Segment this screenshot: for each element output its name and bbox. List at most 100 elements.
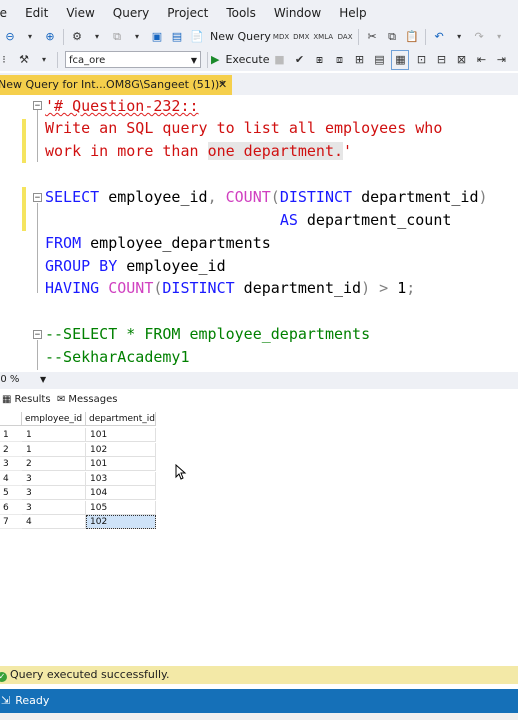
new-project-icon[interactable]: ⚙: [69, 28, 85, 46]
save-icon[interactable]: ▣: [149, 28, 165, 46]
column-header-employee-id[interactable]: employee_id: [22, 412, 86, 426]
change-marker: [22, 119, 26, 163]
menu-edit[interactable]: Edit: [16, 0, 57, 26]
results-grid[interactable]: employee_id department_id 1 1 101 2 1 102 3 2 10…: [0, 410, 518, 665]
results-tab-strip: ▦ Results ✉ Messages: [0, 391, 518, 411]
cell-employee-id[interactable]: 3: [22, 471, 86, 486]
results-to-text-icon[interactable]: ▤: [371, 51, 387, 69]
row-number[interactable]: 1: [0, 428, 22, 442]
cell-department-id[interactable]: 105: [86, 500, 156, 515]
database-select[interactable]: fca_ore ▼: [65, 51, 201, 68]
tab-results[interactable]: ▦ Results: [0, 391, 52, 410]
decrease-indent-icon[interactable]: ⇤: [473, 51, 489, 69]
dmx-query-icon[interactable]: DMX: [293, 28, 309, 46]
cell-department-id[interactable]: 101: [86, 457, 156, 471]
separator: [207, 51, 208, 68]
dropdown-arrow-icon[interactable]: ▾: [451, 28, 467, 46]
menu-bar: ile Edit View Query Project Tools Window…: [0, 0, 518, 26]
menu-help[interactable]: Help: [330, 0, 375, 26]
menu-file[interactable]: ile: [0, 0, 16, 26]
code-line-from: FROM employee_departments: [45, 234, 271, 252]
collapse-icon[interactable]: −: [33, 330, 42, 340]
forward-icon[interactable]: ⊕: [42, 28, 58, 46]
connect-icon[interactable]: ⁝: [0, 51, 12, 69]
code-line-comment: --SekharAcademy1: [45, 348, 190, 366]
close-icon[interactable]: ✕: [218, 75, 227, 95]
dax-query-icon[interactable]: DAX: [337, 28, 353, 46]
separator: [358, 28, 360, 45]
cell-department-id[interactable]: 102: [86, 442, 156, 457]
cell-employee-id[interactable]: 1: [22, 442, 86, 457]
copy-icon[interactable]: ⧉: [384, 28, 400, 46]
menu-project[interactable]: Project: [158, 0, 217, 26]
collapse-icon[interactable]: −: [33, 193, 42, 203]
comment-icon[interactable]: ⊟: [433, 51, 449, 69]
row-number[interactable]: 4: [0, 472, 22, 486]
cell-employee-id[interactable]: 4: [22, 515, 86, 529]
cell-department-id[interactable]: 102: [86, 515, 156, 529]
mouse-cursor-icon: [175, 464, 187, 480]
cell-department-id[interactable]: 103: [86, 471, 156, 486]
add-item-icon[interactable]: ⧉: [109, 28, 125, 46]
zoom-level[interactable]: 50 %: [0, 374, 19, 385]
dropdown-arrow-icon[interactable]: ▾: [89, 28, 105, 46]
dropdown-arrow-icon[interactable]: ▾: [36, 51, 52, 69]
execute-label: Execute: [225, 53, 270, 66]
results-to-grid-icon[interactable]: ▦: [391, 49, 410, 70]
new-query-button[interactable]: New Query: [210, 30, 271, 43]
column-header-department-id[interactable]: department_id: [86, 412, 156, 426]
menu-view[interactable]: View: [57, 0, 103, 26]
redo-icon[interactable]: ↷: [471, 28, 487, 46]
change-connection-icon[interactable]: ⚒: [16, 51, 32, 69]
change-marker: [22, 187, 26, 231]
tab-new-query[interactable]: New Query for Int...OM8G\Sangeet (51))* …: [0, 75, 232, 95]
increase-indent-icon[interactable]: ⇥: [493, 51, 509, 69]
cut-icon[interactable]: ✂: [364, 28, 380, 46]
menu-window[interactable]: Window: [265, 0, 330, 26]
row-number[interactable]: 7: [0, 515, 22, 529]
parse-icon[interactable]: ✔: [291, 51, 307, 69]
paste-icon[interactable]: 📋: [404, 28, 420, 46]
query-options-icon[interactable]: ⧈: [331, 51, 347, 69]
dropdown-arrow-icon[interactable]: ▾: [129, 28, 145, 46]
cell-employee-id[interactable]: 2: [22, 457, 86, 471]
estimated-plan-icon[interactable]: ⧆: [311, 51, 327, 69]
results-to-file-icon[interactable]: ⊡: [413, 51, 429, 69]
separator: [57, 51, 58, 68]
row-number[interactable]: 6: [0, 501, 22, 515]
query-editor[interactable]: − − − '# Question-232:: Write an SQL que…: [0, 95, 518, 372]
new-query-icon[interactable]: 📄: [189, 28, 205, 46]
cell-department-id[interactable]: 104: [86, 486, 156, 500]
status-ready-label: Ready: [15, 694, 50, 707]
row-number[interactable]: 5: [0, 486, 22, 500]
back-icon[interactable]: ⊖: [2, 28, 18, 46]
tab-messages[interactable]: ✉ Messages: [57, 391, 127, 410]
chevron-down-icon: ▼: [190, 56, 197, 65]
code-line: '# Question-232::: [45, 97, 199, 115]
xmla-query-icon[interactable]: XMLA: [313, 28, 333, 46]
row-number[interactable]: 3: [0, 457, 22, 471]
collapse-icon[interactable]: −: [33, 101, 42, 111]
chevron-down-icon[interactable]: ▼: [40, 375, 46, 384]
save-all-icon[interactable]: ▤: [169, 28, 185, 46]
stop-icon[interactable]: ■: [271, 51, 287, 69]
cell-employee-id[interactable]: 3: [22, 500, 86, 515]
execute-button[interactable]: ▶ Execute: [211, 53, 269, 66]
standard-toolbar: ⊖ ▾ ⊕ ⚙ ▾ ⧉ ▾ ▣ ▤ 📄 New Query MDX DMX XM…: [0, 25, 518, 48]
cell-employee-id[interactable]: 1: [22, 428, 86, 442]
intellisense-icon[interactable]: ⊞: [351, 51, 367, 69]
dropdown-arrow-icon[interactable]: ▾: [491, 28, 507, 46]
cell-employee-id[interactable]: 3: [22, 486, 86, 500]
undo-icon[interactable]: ↶: [431, 28, 447, 46]
cell-department-id[interactable]: 101: [86, 428, 156, 442]
play-icon: ▶: [211, 53, 220, 66]
uncomment-icon[interactable]: ⊠: [453, 51, 469, 69]
menu-query[interactable]: Query: [104, 0, 158, 26]
mdx-query-icon[interactable]: MDX: [273, 28, 289, 46]
query-status-bar: ✓ Query executed successfully.: [0, 666, 518, 684]
grid-icon: ▦: [2, 394, 12, 405]
menu-tools[interactable]: Tools: [217, 0, 265, 26]
row-number[interactable]: 2: [0, 443, 22, 457]
code-line: Write an SQL query to list all employees…: [45, 119, 443, 137]
dropdown-arrow-icon[interactable]: ▾: [22, 28, 38, 46]
